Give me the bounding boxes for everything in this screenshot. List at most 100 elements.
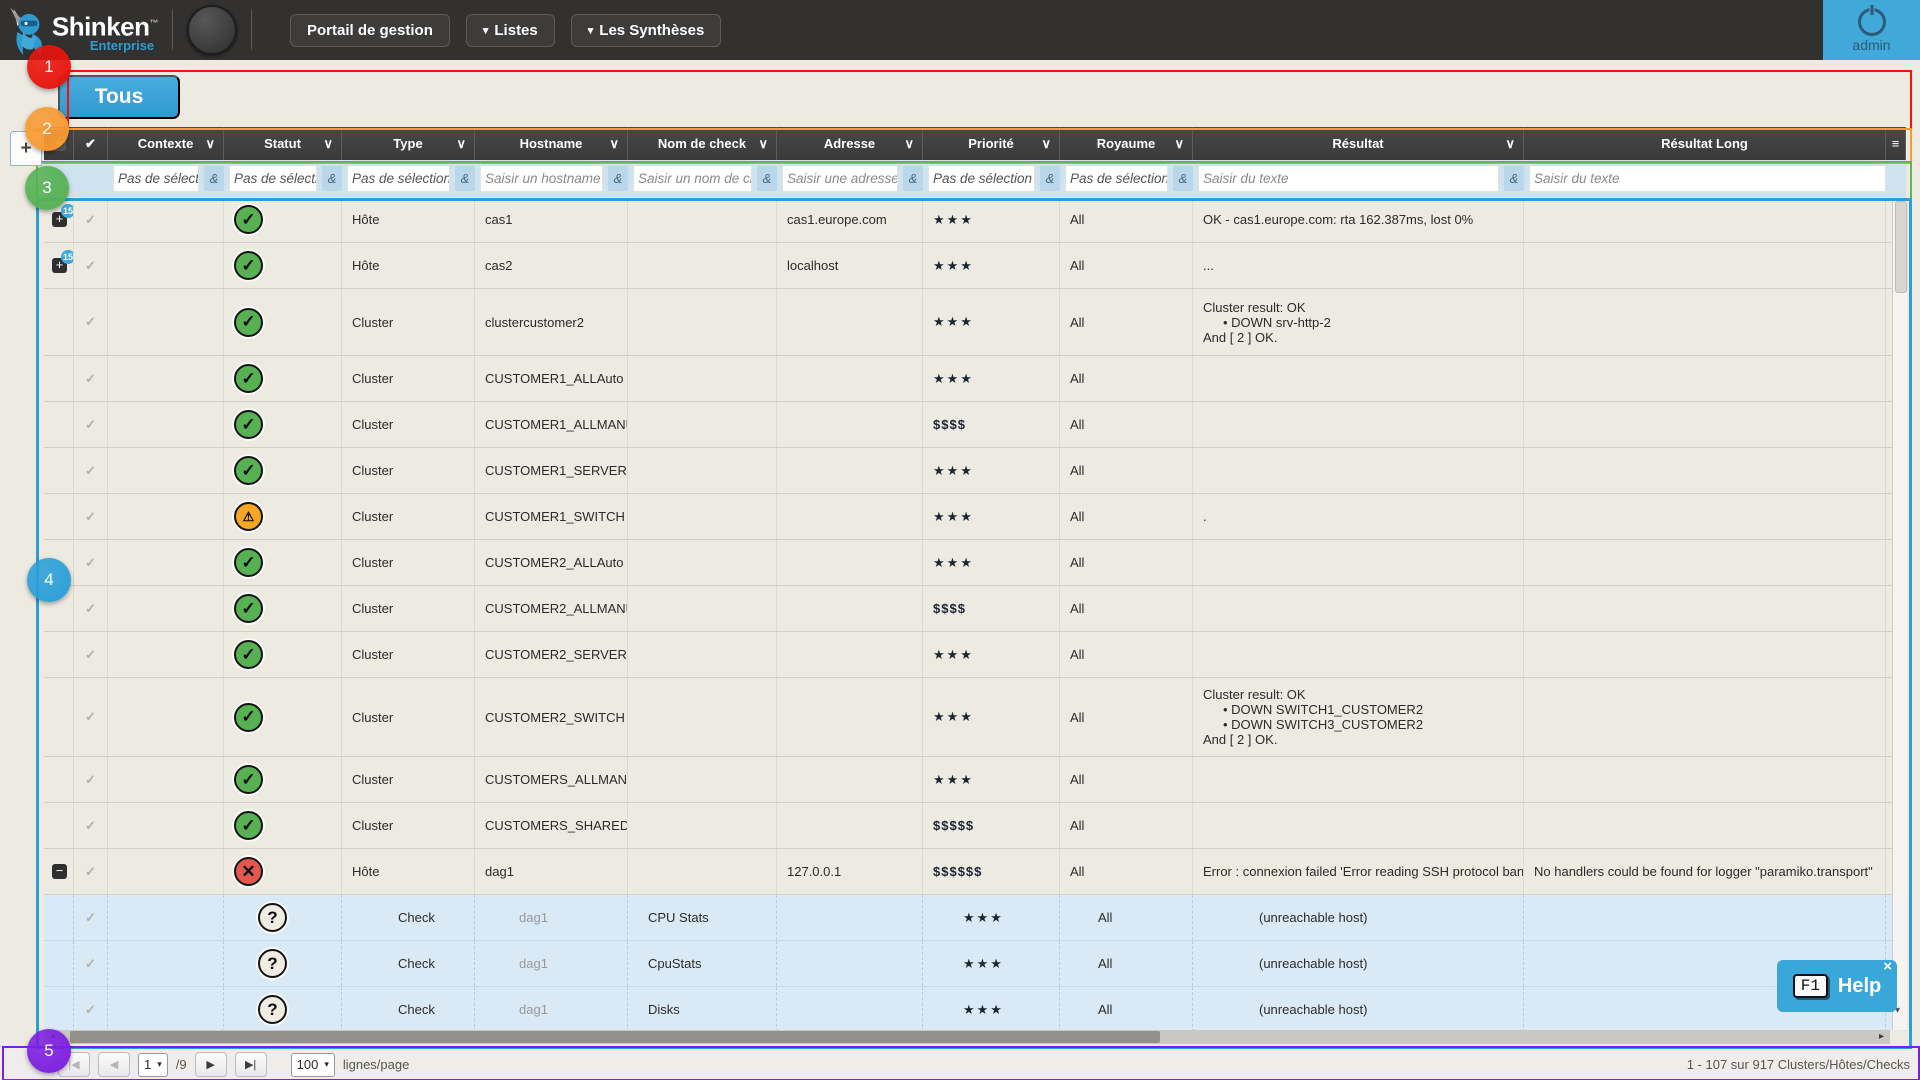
table-row[interactable]: ✓?Checkdag1Disks★★★All(unreachable host): [44, 987, 1906, 1031]
vertical-scrollbar-thumb[interactable]: [1895, 201, 1907, 293]
cell-type: Check: [342, 895, 475, 940]
table-row[interactable]: ✓⚠ClusterCUSTOMER1_SWITCH★★★All.: [44, 494, 1906, 540]
and-operator-chip[interactable]: &: [608, 166, 628, 191]
f1-key-icon: F1: [1793, 974, 1828, 998]
table-row[interactable]: +15✓✓Hôtecas2localhost★★★All...: [44, 243, 1906, 289]
table-row[interactable]: ✓?Checkdag1CpuStats★★★All(unreachable ho…: [44, 941, 1906, 987]
previous-page-button[interactable]: ◀: [98, 1052, 130, 1077]
filter-select-type[interactable]: Pas de sélection▾: [347, 165, 450, 192]
status-warning-icon: ⚠: [234, 502, 263, 531]
row-checkbox[interactable]: ✓: [85, 647, 96, 663]
filter-input-resultat[interactable]: Saisir du texte: [1198, 165, 1499, 192]
column-header-statut[interactable]: Statut∨: [224, 127, 342, 160]
row-checkbox[interactable]: ✓: [85, 509, 96, 525]
and-operator-chip[interactable]: &: [1504, 166, 1524, 191]
cell-resultat-long: [1524, 448, 1886, 493]
table-row[interactable]: ✓✓ClusterCUSTOMER1_SERVERS★★★All: [44, 448, 1906, 494]
column-header-check[interactable]: Nom de check∨: [628, 127, 777, 160]
scroll-right-icon[interactable]: ▸: [1879, 1030, 1884, 1044]
filter-select-statut[interactable]: Pas de sélection▾: [229, 165, 317, 192]
cell-check-name: CpuStats: [628, 941, 777, 986]
row-checkbox[interactable]: ✓: [85, 709, 96, 725]
row-checkbox[interactable]: ✓: [85, 1002, 96, 1018]
cell-contexte: [108, 757, 224, 802]
row-checkbox[interactable]: ✓: [85, 555, 96, 571]
and-operator-chip[interactable]: &: [204, 166, 224, 191]
filter-input-adresse[interactable]: Saisir une adresse: [782, 165, 898, 192]
and-operator-chip[interactable]: &: [1173, 166, 1193, 191]
tous-button[interactable]: Tous: [58, 75, 180, 119]
and-operator-chip[interactable]: &: [455, 166, 475, 191]
help-widget[interactable]: × F1 Help: [1777, 960, 1897, 1012]
row-checkbox[interactable]: ✓: [85, 910, 96, 926]
column-header-adresse[interactable]: Adresse∨: [777, 127, 923, 160]
filter-input-hostname[interactable]: Saisir un hostname: [480, 165, 603, 192]
rows-per-page-select[interactable]: 100▾: [291, 1053, 335, 1077]
last-page-button[interactable]: ▶|: [235, 1052, 267, 1077]
row-checkbox[interactable]: ✓: [85, 258, 96, 274]
filter-input-resultlong[interactable]: Saisir du texte: [1529, 165, 1886, 192]
column-header-priorite[interactable]: Priorité∨: [923, 127, 1060, 160]
cell-expand: [44, 632, 74, 677]
table-row[interactable]: ✓✓ClusterCUSTOMER2_SERVERS★★★All: [44, 632, 1906, 678]
table-row[interactable]: ✓✓ClusterCUSTOMERS_SHARED$$$$$All: [44, 803, 1906, 849]
table-row[interactable]: ✓✓ClusterCUSTOMER2_ALLAuto★★★All: [44, 540, 1906, 586]
row-checkbox[interactable]: ✓: [85, 212, 96, 228]
table-row[interactable]: ✓✓ClusterCUSTOMER2_SWITCH★★★AllCluster r…: [44, 678, 1906, 757]
filter-input-check[interactable]: Saisir un nom de check: [633, 165, 752, 192]
admin-user-button[interactable]: admin: [1823, 0, 1920, 60]
table-row[interactable]: ✓✓ClusterCUSTOMER1_ALLAuto★★★All: [44, 356, 1906, 402]
next-page-button[interactable]: ▶: [195, 1052, 227, 1077]
expand-row-icon[interactable]: +15: [52, 212, 67, 227]
cell-royaume: All: [1060, 540, 1193, 585]
cell-contexte: [108, 803, 224, 848]
table-row[interactable]: ✓✓ClusterCUSTOMER2_ALLMANU$$$$All: [44, 586, 1906, 632]
table-row[interactable]: ✓✓ClusterCUSTOMERS_ALLMANU★★★All: [44, 757, 1906, 803]
chevron-down-icon: ▾: [588, 24, 594, 37]
table-row[interactable]: ✓✓Clusterclustercustomer2★★★AllCluster r…: [44, 289, 1906, 356]
column-header-contexte[interactable]: Contexte∨: [108, 127, 224, 160]
row-checkbox[interactable]: ✓: [85, 772, 96, 788]
filter-select-priorite[interactable]: Pas de sélection▾: [928, 165, 1035, 192]
and-operator-chip[interactable]: &: [322, 166, 342, 191]
row-checkbox[interactable]: ✓: [85, 956, 96, 972]
table-row[interactable]: −✓✕Hôtedag1127.0.0.1$$$$$$AllError : con…: [44, 849, 1906, 895]
column-header-resultat[interactable]: Résultat∨: [1193, 127, 1524, 160]
row-checkbox[interactable]: ✓: [85, 314, 96, 330]
column-header-select[interactable]: ✔: [74, 127, 108, 160]
row-checkbox[interactable]: ✓: [85, 463, 96, 479]
expand-row-icon[interactable]: +15: [52, 258, 67, 273]
close-icon[interactable]: ×: [1883, 958, 1892, 975]
column-header-hostname[interactable]: Hostname∨: [475, 127, 628, 160]
row-checkbox[interactable]: ✓: [85, 818, 96, 834]
filter-select-royaume[interactable]: Pas de sélection▾: [1065, 165, 1168, 192]
vertical-scrollbar[interactable]: ▾: [1892, 199, 1907, 1030]
column-header-royaume[interactable]: Royaume∨: [1060, 127, 1193, 160]
filter-select-contexte[interactable]: Pas de sélection▾: [113, 165, 199, 192]
row-checkbox[interactable]: ✓: [85, 601, 96, 617]
cell-resultat-long: [1524, 402, 1886, 447]
row-checkbox[interactable]: ✓: [85, 864, 96, 880]
page-select[interactable]: 1▾: [138, 1053, 168, 1077]
collapse-row-icon[interactable]: −: [52, 864, 67, 879]
cell-priorite: ★★★: [923, 987, 1060, 1031]
table-row[interactable]: ✓✓ClusterCUSTOMER1_ALLMANU$$$$All: [44, 402, 1906, 448]
shinken-logo[interactable]: Shinken™ Enterprise: [8, 3, 158, 57]
row-checkbox[interactable]: ✓: [85, 417, 96, 433]
and-operator-chip[interactable]: &: [1040, 166, 1060, 191]
scroll-top-button[interactable]: [187, 5, 237, 55]
horizontal-scrollbar-thumb[interactable]: [70, 1031, 1160, 1043]
table-row[interactable]: +15✓✓Hôtecas1cas1.europe.com★★★AllOK - c…: [44, 197, 1906, 243]
column-header-type[interactable]: Type∨: [342, 127, 475, 160]
nav-button-listes[interactable]: ▾Listes: [466, 14, 555, 47]
column-header-colmenu[interactable]: ≡: [1886, 127, 1906, 160]
table-row[interactable]: ✓?Checkdag1CPU Stats★★★All(unreachable h…: [44, 895, 1906, 941]
nav-button-portail-de-gestion[interactable]: Portail de gestion: [290, 14, 450, 47]
and-operator-chip[interactable]: &: [757, 166, 777, 191]
horizontal-scrollbar[interactable]: ◂ ▸: [44, 1030, 1890, 1044]
cell-adresse: [777, 941, 923, 986]
nav-button-les-syntheses[interactable]: ▾Les Synthèses: [571, 14, 722, 47]
cell-resultat: (unreachable host): [1193, 895, 1524, 940]
row-checkbox[interactable]: ✓: [85, 371, 96, 387]
and-operator-chip[interactable]: &: [903, 166, 923, 191]
